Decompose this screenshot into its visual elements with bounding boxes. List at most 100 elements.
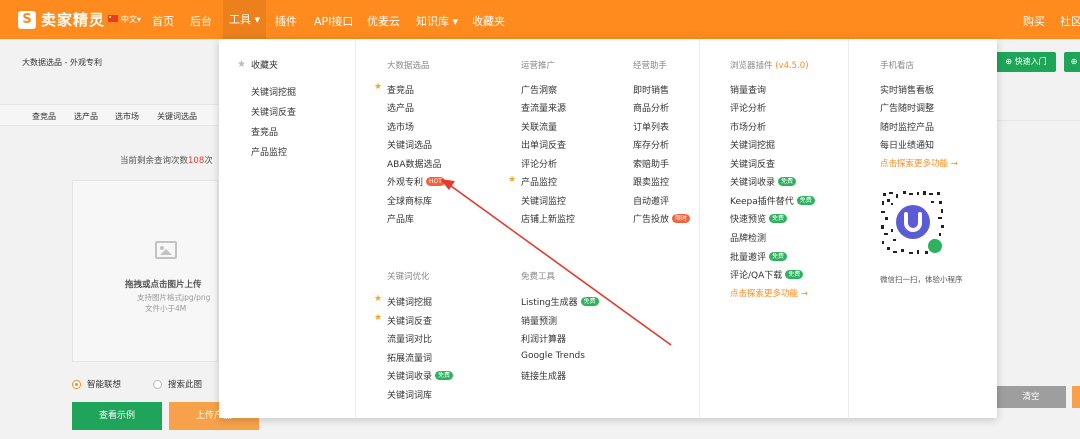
plugin-quick-preview[interactable]: 快速预览 免费 xyxy=(730,212,788,225)
nav-favorites[interactable]: 收藏夹 xyxy=(472,13,505,29)
fav-find-competitor[interactable]: 查竞品 xyxy=(251,125,278,138)
menu-keyword-select[interactable]: 关键词选品 xyxy=(387,138,432,151)
free-badge: 免费 xyxy=(785,270,804,279)
logo-mark: S xyxy=(18,10,36,29)
menu-product-library[interactable]: 产品库 xyxy=(387,212,414,225)
plugin-brand-check[interactable]: 品牌检测 xyxy=(730,231,766,244)
menu-profit-calculator[interactable]: 利润计算器 xyxy=(521,332,566,345)
menu-product-monitor[interactable]: 产品监控 xyxy=(521,175,557,188)
menu-aba-select[interactable]: ABA数据选品 xyxy=(387,157,442,170)
menu-keyword-reverse[interactable]: 关键词反查 xyxy=(387,314,432,327)
menu-sales-forecast[interactable]: 销量预测 xyxy=(521,314,557,327)
section-ops: 经营助手 xyxy=(633,61,668,71)
nav-youmaiyun[interactable]: 优麦云 xyxy=(367,13,400,29)
menu-keyword-index[interactable]: 关键词收录 免费 xyxy=(387,369,454,382)
plugin-keyword-reverse[interactable]: 关键词反查 xyxy=(730,157,775,170)
plugin-batch-review-invite[interactable]: 批量邀评 免费 xyxy=(730,250,788,263)
nav-dashboard[interactable]: 后台 xyxy=(190,13,212,29)
menu-select-market[interactable]: 选市场 xyxy=(387,120,414,133)
menu-follow-sell-monitor[interactable]: 跟卖监控 xyxy=(633,175,669,188)
clear-button[interactable]: 清空 xyxy=(996,386,1066,408)
section-mobile-store: 手机看店 xyxy=(880,61,915,71)
upload-hint-format: 支持图片格式jpg/png xyxy=(137,293,211,302)
menu-order-word-reverse[interactable]: 出单词反查 xyxy=(521,138,566,151)
nav-api[interactable]: API接口 xyxy=(314,13,353,29)
mobile-explore-more-link[interactable]: 点击探索更多功能 → xyxy=(880,157,958,169)
orange-button-edge[interactable] xyxy=(1072,386,1080,408)
plugin-explore-more-link[interactable]: 点击探索更多功能 → xyxy=(730,287,808,299)
fav-keyword-reverse[interactable]: 关键词反查 xyxy=(251,105,296,118)
mobile-daily-report[interactable]: 每日业绩通知 xyxy=(880,138,934,151)
menu-listing-generator[interactable]: Listing生成器 免费 xyxy=(521,295,599,308)
mobile-realtime-sales[interactable]: 实时销售看板 xyxy=(880,83,934,96)
tab-find-competitor[interactable]: 查竞品 xyxy=(32,111,56,122)
tab-select-market[interactable]: 选市场 xyxy=(115,111,139,122)
menu-order-list[interactable]: 订单列表 xyxy=(633,120,669,133)
nav-buy[interactable]: 购买 xyxy=(1023,13,1045,29)
nav-community[interactable]: 社区 xyxy=(1060,13,1080,29)
fav-product-monitor[interactable]: 产品监控 xyxy=(251,145,287,158)
menu-auto-review-invite[interactable]: 自动邀评 xyxy=(633,194,669,207)
menu-keyword-mining[interactable]: 关键词挖掘 xyxy=(387,295,432,308)
section-browser-plugin: 浏览器插件 (v4.5.0) xyxy=(730,61,809,71)
menu-claim-assistant[interactable]: 索赔助手 xyxy=(633,157,669,170)
menu-keyword-library[interactable]: 关键词词库 xyxy=(387,388,432,401)
tab-keyword-select[interactable]: 关键词选品 xyxy=(157,111,197,122)
china-flag-icon[interactable] xyxy=(108,15,118,22)
menu-find-competitor[interactable]: 查竞品 xyxy=(387,83,414,96)
free-badge: 免费 xyxy=(435,371,454,380)
qr-caption: 微信扫一扫，体验小程序 xyxy=(880,275,963,284)
divider xyxy=(996,120,1080,121)
plugin-market-analysis[interactable]: 市场分析 xyxy=(730,120,766,133)
plugin-sales-query[interactable]: 销量查询 xyxy=(730,83,766,96)
image-upload-area[interactable]: 拖拽或点击图片上传 支持图片格式jpg/png 文件小于4M xyxy=(72,180,218,362)
nav-knowledge[interactable]: 知识库 ▾ xyxy=(416,13,458,29)
section-bigdata: 大数据选品 xyxy=(387,61,430,71)
quick-start-button[interactable]: ⊕ 快速入门 xyxy=(996,52,1056,72)
view-example-button[interactable]: 查看示例 xyxy=(72,402,162,430)
image-icon xyxy=(155,241,177,259)
menu-global-trademark[interactable]: 全球商标库 xyxy=(387,194,432,207)
menu-traffic-word-compare[interactable]: 流量词对比 xyxy=(387,332,432,345)
plugin-keyword-mining[interactable]: 关键词挖掘 xyxy=(730,138,775,151)
section-free-tools: 免费工具 xyxy=(521,272,556,282)
plugin-review-analysis[interactable]: 评论分析 xyxy=(730,101,766,114)
menu-ad-insight[interactable]: 广告洞察 xyxy=(521,83,557,96)
menu-store-new-monitor[interactable]: 店铺上新监控 xyxy=(521,212,575,225)
mobile-ad-adjust[interactable]: 广告随时调整 xyxy=(880,101,934,114)
add-icon[interactable]: ⊕ xyxy=(1064,52,1080,72)
menu-link-generator[interactable]: 链接生成器 xyxy=(521,369,566,382)
menu-instant-sales[interactable]: 即时销售 xyxy=(633,83,669,96)
nav-plugin[interactable]: 插件 xyxy=(275,13,297,29)
top-nav-bar: S 卖家精灵 中文▾ 首页 后台 工具 ▾ 插件 API接口 优麦云 知识库 ▾… xyxy=(0,0,1080,39)
mobile-product-monitor[interactable]: 随时监控产品 xyxy=(880,120,934,133)
tab-select-product[interactable]: 选产品 xyxy=(74,111,98,122)
menu-item-analysis[interactable]: 商品分析 xyxy=(633,101,669,114)
menu-expand-traffic-word[interactable]: 拓展流量词 xyxy=(387,351,432,364)
menu-google-trends[interactable]: Google Trends xyxy=(521,351,585,361)
nav-home[interactable]: 首页 xyxy=(152,13,174,29)
menu-select-product[interactable]: 选产品 xyxy=(387,101,414,114)
nav-tools[interactable]: 工具 ▾ xyxy=(223,0,267,39)
brand-name: 卖家精灵 xyxy=(41,11,106,29)
menu-review-analysis[interactable]: 评论分析 xyxy=(521,157,557,170)
star-icon: ★ xyxy=(374,82,383,92)
upload-hint-size: 文件小于4M xyxy=(145,304,187,313)
radio-smart-suggest[interactable]: 智能联想 xyxy=(72,378,121,390)
menu-keyword-monitor[interactable]: 关键词监控 xyxy=(521,194,566,207)
plugin-keyword-index[interactable]: 关键词收录 免费 xyxy=(730,175,797,188)
language-selector[interactable]: 中文▾ xyxy=(121,14,141,25)
menu-design-patent[interactable]: 外观专利 HOT xyxy=(387,175,445,188)
radio-unchecked-icon xyxy=(153,379,162,389)
radio-search-image[interactable]: 搜索此图 xyxy=(153,378,202,390)
menu-related-traffic[interactable]: 关联流量 xyxy=(521,120,557,133)
free-badge: 免费 xyxy=(769,252,788,261)
menu-traffic-source[interactable]: 查流量来源 xyxy=(521,101,566,114)
logo[interactable]: S 卖家精灵 xyxy=(18,9,105,30)
plugin-review-qa-download[interactable]: 评论/QA下载 免费 xyxy=(730,268,804,281)
plugin-keepa-alternative[interactable]: Keepa插件替代 免费 xyxy=(730,194,815,207)
fav-keyword-mining[interactable]: 关键词挖掘 xyxy=(251,85,296,98)
menu-ad-delivery[interactable]: 广告投放 限时 xyxy=(633,212,691,225)
menu-inventory-analysis[interactable]: 库存分析 xyxy=(633,138,669,151)
free-badge: 免费 xyxy=(769,214,788,223)
